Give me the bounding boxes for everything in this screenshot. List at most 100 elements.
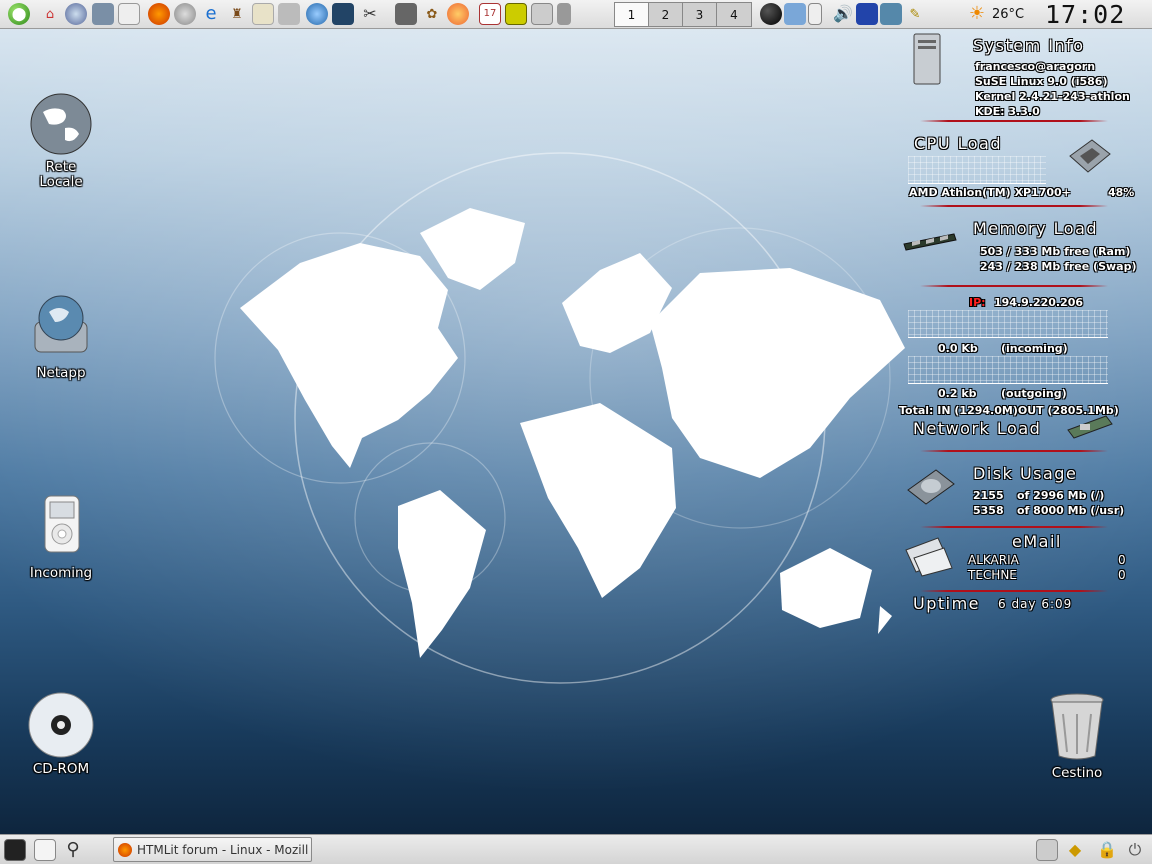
- uptime-label: Uptime: [913, 594, 981, 613]
- desktop-4-button[interactable]: 4: [717, 3, 751, 26]
- ip-label: IP:: [969, 296, 986, 309]
- ie-icon[interactable]: e: [200, 3, 222, 25]
- weather-temperature[interactable]: 26°C: [992, 7, 1024, 22]
- show-desktop-icon[interactable]: [34, 839, 56, 861]
- desktop-pager: 1 2 3 4: [614, 2, 752, 27]
- desktop-2-button[interactable]: 2: [649, 3, 683, 26]
- network-drive-icon: [34, 295, 88, 353]
- document-icon[interactable]: [252, 3, 274, 25]
- bottom-taskbar: ⚲ HTMLit forum - Linux - Mozill ◆ 🔒 ⏻: [0, 834, 1152, 864]
- clock[interactable]: 17:02: [1045, 0, 1125, 29]
- system-icon[interactable]: [92, 3, 114, 25]
- system-os: SuSE Linux 9.0 (i586): [975, 75, 1108, 88]
- lock-icon[interactable]: 🔒: [1096, 839, 1118, 861]
- kmenu-icon[interactable]: ⬤: [8, 3, 30, 25]
- separator: [920, 526, 1108, 528]
- cd-icon: [28, 692, 94, 758]
- email-count-techne: 0: [1118, 568, 1126, 582]
- disk-usr-free: 5358: [973, 504, 1004, 517]
- system-info-title: System Info: [973, 36, 1085, 55]
- display-icon[interactable]: [856, 3, 878, 25]
- weather-sun-icon[interactable]: ☀: [966, 3, 988, 25]
- ram-module-icon: [903, 233, 957, 251]
- cpu-load-value: 48%: [1108, 186, 1135, 199]
- system-user: francesco@aragorn: [975, 60, 1096, 73]
- network-browser-icon[interactable]: [306, 3, 328, 25]
- network-outgoing-graph: [908, 356, 1108, 384]
- disk-usage-title: Disk Usage: [973, 464, 1078, 483]
- firefox-icon[interactable]: [148, 3, 170, 25]
- browser-icon[interactable]: [174, 3, 196, 25]
- email-account-techne: TECHNE: [968, 568, 1017, 582]
- cdrom-label: CD-ROM: [32, 761, 90, 777]
- addressbook-icon[interactable]: [531, 3, 553, 25]
- netapp-label: Netapp: [36, 365, 86, 381]
- cestino-label: Cestino: [1051, 765, 1103, 781]
- messenger-icon[interactable]: [880, 3, 902, 25]
- planner-icon[interactable]: [505, 3, 527, 25]
- email-envelopes-icon: [905, 537, 953, 577]
- calculator-icon[interactable]: [278, 3, 300, 25]
- network-card-icon: [1067, 415, 1113, 439]
- network-out-label: (outgoing): [1001, 387, 1067, 400]
- separator: [920, 285, 1108, 287]
- separator: [920, 120, 1108, 122]
- network-load-title: Network Load: [913, 419, 1042, 438]
- network-status-icon[interactable]: [784, 3, 806, 25]
- desktop-icon-cestino[interactable]: Cestino: [1022, 692, 1132, 781]
- top-panel: ⬤ ⌂ e ♜ ✂ ✿ 17 1 2 3 4 🔊 ✎ ☀ 26°C 17:02: [0, 0, 1152, 29]
- rete-locale-label: Rete Locale: [39, 159, 83, 190]
- notes-icon[interactable]: [118, 3, 140, 25]
- memory-load-title: Memory Load: [973, 219, 1099, 238]
- desktop-icon-cdrom[interactable]: CD-ROM: [6, 692, 116, 777]
- hard-disk-icon: [907, 469, 955, 505]
- computer-tower-icon: [913, 33, 941, 85]
- disk-usr-total: of 8000 Mb (/usr): [1017, 504, 1125, 517]
- gimp-icon[interactable]: ✿: [421, 3, 443, 25]
- system-kernel: Kernel 2.4.21-243-athlon: [975, 90, 1130, 103]
- draw-icon[interactable]: [332, 3, 354, 25]
- network-in-label: (incoming): [1001, 342, 1068, 355]
- separator: [920, 450, 1108, 452]
- cpu-model: AMD Athlon(TM) XP1700+: [909, 186, 1071, 199]
- desktop-3-button[interactable]: 3: [683, 3, 717, 26]
- taskbar-window-title: HTMLit forum - Linux - Mozill: [137, 842, 309, 857]
- mozilla-icon: [118, 842, 132, 857]
- ip-address: 194.9.220.206: [994, 296, 1084, 309]
- phone-icon[interactable]: [557, 3, 571, 25]
- memory-swap: 243 / 238 Mb free (Swap): [980, 260, 1137, 273]
- email-account-alkaria: ALKARIA: [968, 553, 1019, 567]
- update-icon[interactable]: ◆: [1064, 839, 1086, 861]
- find-icon[interactable]: ⚲: [62, 839, 84, 861]
- terminal-icon[interactable]: [4, 839, 26, 861]
- uptime-value: 6 day 6:09: [998, 597, 1073, 611]
- tools-icon[interactable]: ♜: [226, 3, 248, 25]
- network-out-value: 0.2 kb: [938, 387, 977, 400]
- globe-icon: [30, 93, 92, 155]
- desktop-icon-netapp[interactable]: Netapp: [6, 292, 116, 381]
- paint-icon[interactable]: [447, 3, 469, 25]
- desktop-icon-incoming[interactable]: Incoming: [6, 492, 116, 581]
- desktop-icon-rete-locale[interactable]: Rete Locale: [6, 92, 116, 190]
- separator: [920, 205, 1108, 207]
- disk-root-total: of 2996 Mb (/): [1017, 489, 1105, 502]
- logout-icon[interactable]: ⏻: [1124, 839, 1146, 861]
- volume-icon[interactable]: 🔊: [832, 3, 854, 25]
- printer-icon[interactable]: [1036, 839, 1058, 861]
- network-in-value: 0.0 Kb: [938, 342, 978, 355]
- clipboard-icon[interactable]: [808, 3, 822, 25]
- network-incoming-graph: [908, 310, 1108, 338]
- system-monitor-widget: System Info francesco@aragorn SuSE Linux…: [896, 30, 1152, 630]
- globe-icon[interactable]: [65, 3, 87, 25]
- separator: [920, 590, 1108, 592]
- bomb-icon[interactable]: [760, 3, 782, 25]
- calendar-icon[interactable]: 17: [479, 3, 501, 25]
- system-kde: KDE: 3.3.0: [975, 105, 1040, 118]
- settings-icon[interactable]: ✂: [359, 3, 381, 25]
- klipper-icon[interactable]: ✎: [904, 3, 926, 25]
- monitor-icon[interactable]: [395, 3, 417, 25]
- desktop-1-button[interactable]: 1: [615, 3, 649, 26]
- trash-icon: [1050, 693, 1104, 760]
- home-icon[interactable]: ⌂: [39, 3, 61, 25]
- taskbar-window-button[interactable]: HTMLit forum - Linux - Mozill: [113, 837, 312, 862]
